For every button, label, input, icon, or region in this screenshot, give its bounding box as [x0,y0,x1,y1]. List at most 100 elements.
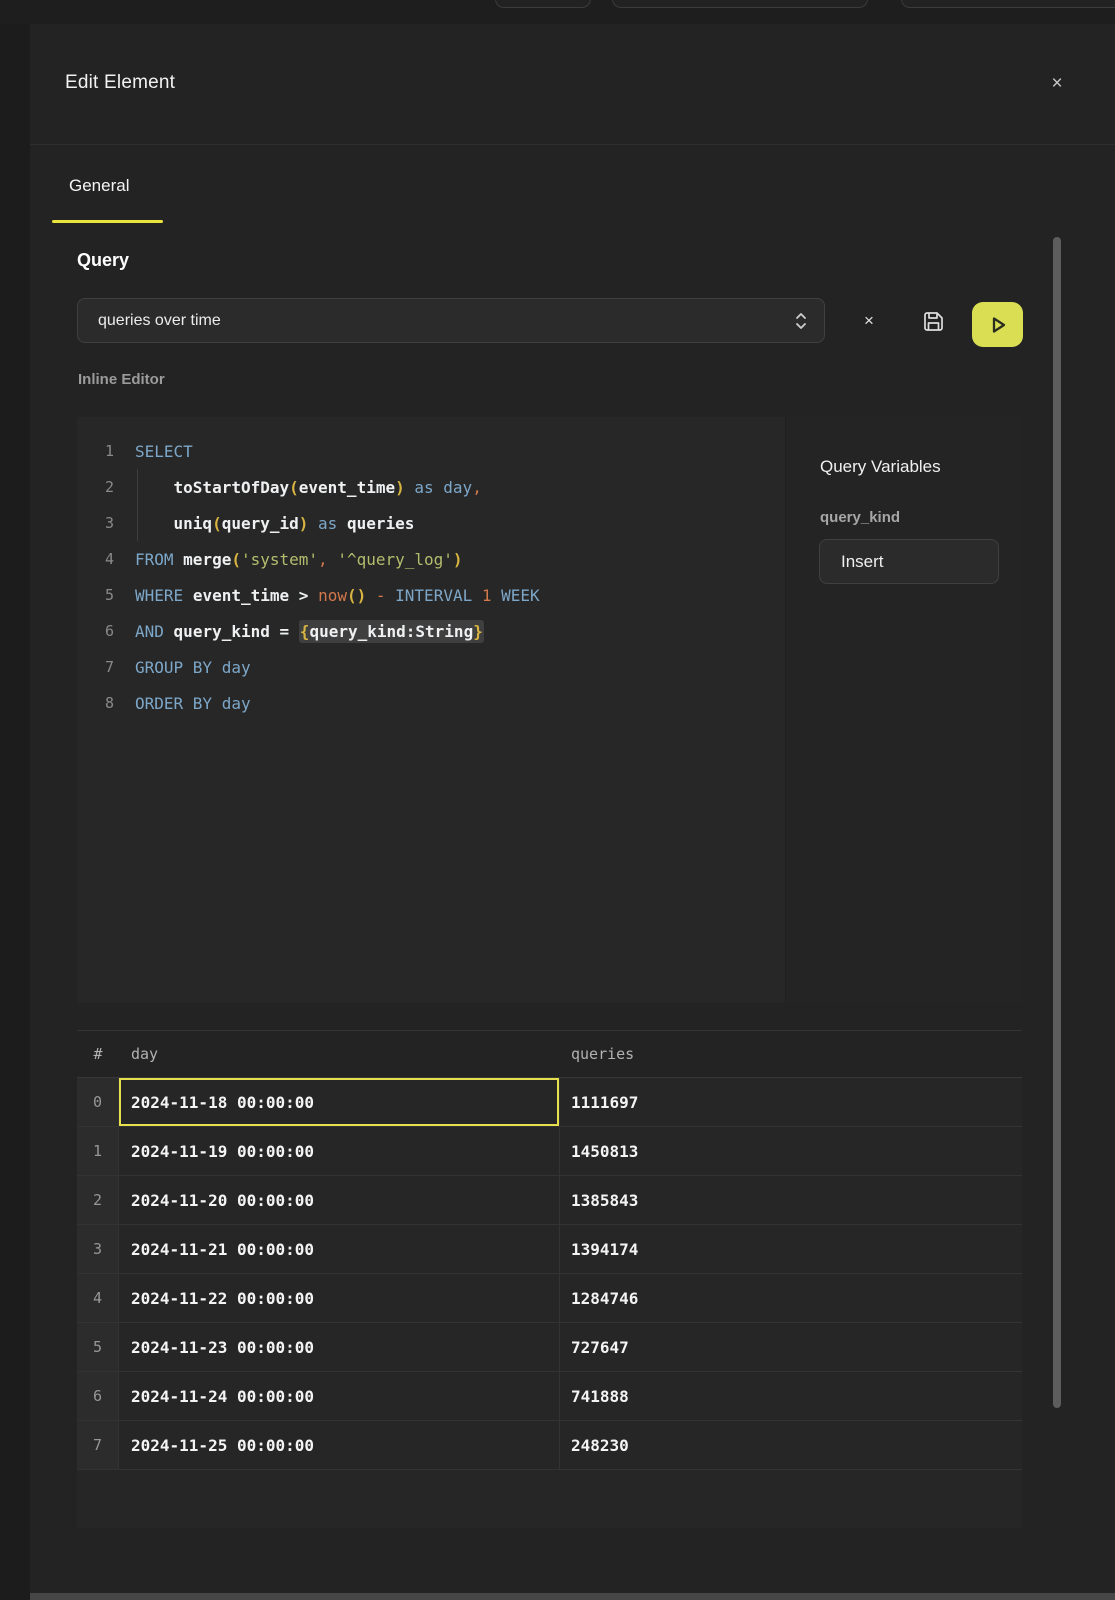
code-token: INTERVAL [395,586,472,605]
code-line-content: FROM merge('system', '^query_log') [114,550,463,569]
code-token: ORDER BY [135,694,212,713]
row-index-cell: 2 [77,1176,119,1224]
edit-element-modal: Edit Element × General Query queries ove… [30,24,1115,1600]
code-token: WEEK [501,586,540,605]
column-header-queries: queries [560,1045,1022,1063]
queries-cell[interactable]: 741888 [560,1372,1022,1420]
line-number: 8 [77,694,114,712]
tab-general[interactable]: General [69,176,129,196]
table-row[interactable]: 22024-11-20 00:00:001385843 [77,1176,1022,1225]
code-token: query_id [222,514,299,533]
code-token: queries [347,514,414,533]
table-row[interactable]: 12024-11-19 00:00:001450813 [77,1127,1022,1176]
column-header-index: # [77,1045,119,1063]
code-token: - [376,586,386,605]
code-token: , [318,550,328,569]
row-index-cell: 0 [77,1078,119,1126]
insert-variable-button[interactable]: Insert [819,539,999,584]
row-index-cell: 5 [77,1323,119,1371]
day-cell[interactable]: 2024-11-20 00:00:00 [119,1176,560,1224]
code-editor[interactable]: 1SELECT2 toStartOfDay(event_time) as day… [77,417,785,1003]
query-parameter-highlight: {query_kind:String} [299,620,484,643]
code-token: () [347,586,366,605]
code-line[interactable]: 8ORDER BY day [77,685,785,721]
sql-editor-panel: 1SELECT2 toStartOfDay(event_time) as day… [77,417,1022,1003]
code-token [212,694,222,713]
modal-scrollbar-thumb[interactable] [1053,237,1061,1408]
code-token [328,550,338,569]
day-cell[interactable]: 2024-11-21 00:00:00 [119,1225,560,1273]
row-index-cell: 4 [77,1274,119,1322]
day-cell-selected[interactable]: 2024-11-18 00:00:00 [119,1078,560,1126]
queries-cell[interactable]: 1450813 [560,1127,1022,1175]
queries-cell[interactable]: 1284746 [560,1274,1022,1322]
code-line[interactable]: 1SELECT [77,433,785,469]
queries-cell[interactable]: 1394174 [560,1225,1022,1273]
inline-editor-label: Inline Editor [78,371,165,388]
day-cell[interactable]: 2024-11-25 00:00:00 [119,1421,560,1469]
table-row[interactable]: 52024-11-23 00:00:00727647 [77,1323,1022,1372]
code-token [135,478,174,497]
code-token [337,514,347,533]
query-select[interactable]: queries over time [77,298,825,343]
code-line[interactable]: 6AND query_kind = {query_kind:String} [77,613,785,649]
code-token: ) [395,478,405,497]
clear-query-button[interactable]: × [855,307,883,335]
chevron-up-down-icon [794,311,808,331]
queries-cell[interactable]: 727647 [560,1323,1022,1371]
table-row[interactable]: 72024-11-25 00:00:00248230 [77,1421,1022,1470]
code-token: '^query_log' [337,550,453,569]
code-token: query_kind [174,622,270,641]
code-token: { [300,622,310,641]
day-cell[interactable]: 2024-11-24 00:00:00 [119,1372,560,1420]
code-line[interactable]: 5WHERE event_time > now() - INTERVAL 1 W… [77,577,785,613]
bottom-edge-strip [30,1593,1115,1600]
code-token: day [443,478,472,497]
queries-cell[interactable]: 248230 [560,1421,1022,1469]
variable-name-label: query_kind [820,509,900,526]
background-button-partial [495,0,591,8]
code-token: as [414,478,433,497]
code-line[interactable]: 4FROM merge('system', '^query_log') [77,541,785,577]
table-row[interactable]: 42024-11-22 00:00:001284746 [77,1274,1022,1323]
results-table-header: # day queries [77,1030,1022,1078]
code-token: as [318,514,337,533]
code-line[interactable]: 2 toStartOfDay(event_time) as day, [77,469,785,505]
results-table: # day queries 02024-11-18 00:00:00111169… [77,1030,1022,1528]
code-token [289,586,299,605]
code-token [366,586,376,605]
line-number: 1 [77,442,114,460]
day-cell[interactable]: 2024-11-23 00:00:00 [119,1323,560,1371]
code-token: ) [453,550,463,569]
background-topbar [0,0,1115,24]
line-number: 7 [77,658,114,676]
header-divider [30,144,1115,145]
results-table-body: 02024-11-18 00:00:00111169712024-11-19 0… [77,1078,1022,1470]
code-line[interactable]: 3 uniq(query_id) as queries [77,505,785,541]
day-cell[interactable]: 2024-11-19 00:00:00 [119,1127,560,1175]
queries-cell[interactable]: 1111697 [560,1078,1022,1126]
table-row[interactable]: 62024-11-24 00:00:00741888 [77,1372,1022,1421]
close-icon[interactable]: × [1043,70,1071,98]
code-token: 1 [482,586,492,605]
code-token [174,550,184,569]
code-token: ) [299,514,309,533]
table-row[interactable]: 02024-11-18 00:00:001111697 [77,1078,1022,1127]
code-line[interactable]: 7GROUP BY day [77,649,785,685]
queries-cell[interactable]: 1385843 [560,1176,1022,1224]
indent-guide [137,469,138,541]
day-cell[interactable]: 2024-11-22 00:00:00 [119,1274,560,1322]
background-button-partial [612,0,868,8]
code-line-content: SELECT [114,442,193,461]
code-token: ( [212,514,222,533]
active-tab-underline [52,220,163,223]
code-token: ( [231,550,241,569]
save-query-button[interactable] [919,307,947,335]
play-icon [987,314,1009,336]
row-index-cell: 7 [77,1421,119,1469]
modal-title: Edit Element [65,72,175,94]
run-query-button[interactable] [972,302,1023,347]
floppy-disk-icon [922,310,945,333]
table-row[interactable]: 32024-11-21 00:00:001394174 [77,1225,1022,1274]
code-token: toStartOfDay [174,478,290,497]
